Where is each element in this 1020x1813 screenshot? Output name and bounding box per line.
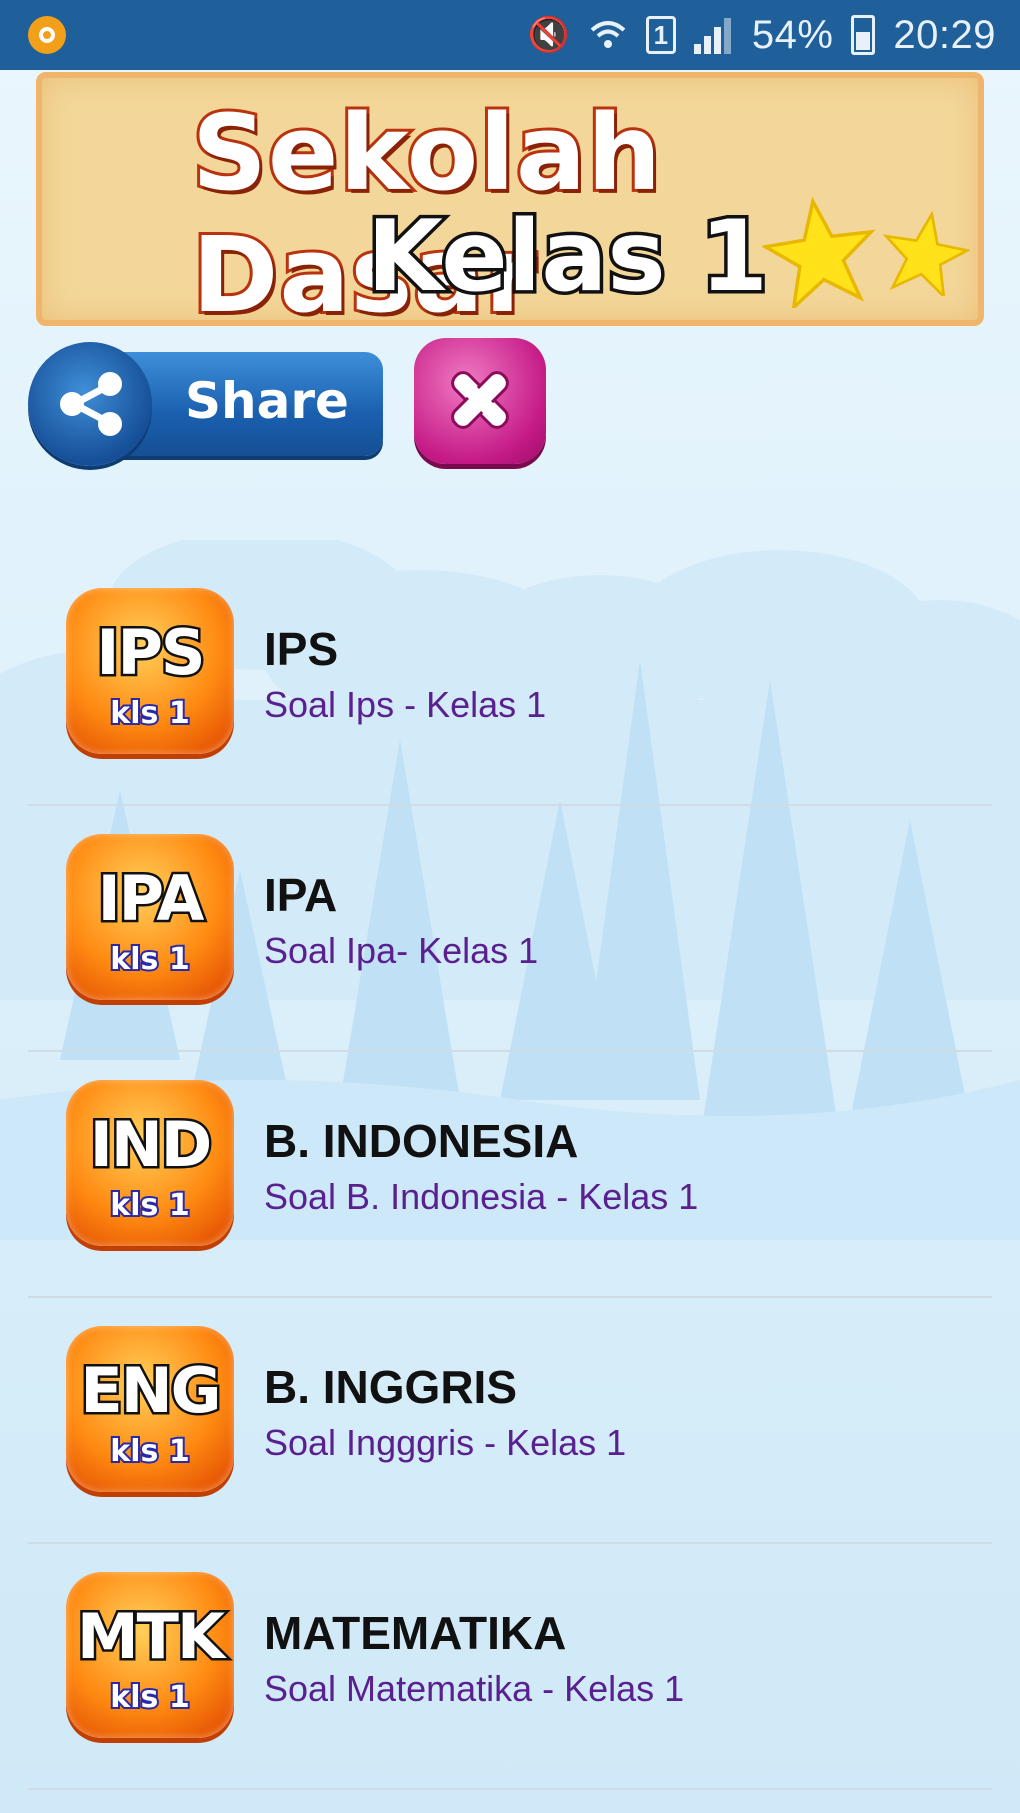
badge-code: IND (87, 1106, 214, 1184)
badge-code: ENG (78, 1352, 224, 1430)
share-icon-circle[interactable] (28, 342, 152, 466)
badge-class: kls 1 (108, 1678, 191, 1717)
badge-class: kls 1 (108, 1432, 191, 1471)
subject-badge-icon: IND kls 1 (66, 1080, 234, 1246)
battery-percent: 54% (751, 12, 834, 57)
star-icon (762, 196, 876, 308)
subject-list: IPS kls 1 IPS Soal Ips - Kelas 1 IPA kls… (28, 560, 992, 1790)
subject-title: B. INDONESIA (264, 1115, 579, 1167)
close-button[interactable] (414, 338, 546, 464)
subject-title: B. INGGRIS (264, 1361, 518, 1413)
share-button-label[interactable]: Share (185, 372, 349, 430)
subject-title: MATEMATIKA (264, 1607, 567, 1659)
subject-title: IPA (264, 869, 338, 921)
status-bar: 🔇 1 54% 20:29 (0, 0, 1020, 70)
clock: 20:29 (893, 12, 996, 57)
mute-vibrate-icon: 🔇 (527, 16, 570, 54)
share-button[interactable]: Share (28, 342, 383, 466)
badge-code: MTK (74, 1598, 227, 1676)
subject-subtitle: Soal Ipa- Kelas 1 (264, 930, 539, 971)
subject-badge-icon: IPA kls 1 (66, 834, 234, 1000)
list-item[interactable]: IPS kls 1 IPS Soal Ips - Kelas 1 (28, 560, 992, 806)
badge-class: kls 1 (108, 1186, 191, 1225)
subject-badge-icon: MTK kls 1 (66, 1572, 234, 1738)
subject-badge-icon: ENG kls 1 (66, 1326, 234, 1492)
wifi-icon (590, 21, 626, 48)
signal-icon (693, 16, 734, 54)
sim-icon: 1 (645, 16, 676, 54)
subject-subtitle: Soal Ingggris - Kelas 1 (264, 1422, 627, 1463)
list-item[interactable]: ENG kls 1 B. INGGRIS Soal Ingggris - Kel… (28, 1298, 992, 1544)
battery-charging-icon (851, 15, 876, 55)
badge-code: IPA (95, 860, 207, 938)
star-icon (882, 210, 970, 296)
subject-subtitle: Soal Matematika - Kelas 1 (264, 1668, 685, 1709)
status-icons: 🔇 1 54% 20:29 (527, 12, 996, 58)
list-item[interactable]: IND kls 1 B. INDONESIA Soal B. Indonesia… (28, 1052, 992, 1298)
close-icon (451, 371, 509, 429)
list-item[interactable]: IPA kls 1 IPA Soal Ipa- Kelas 1 (28, 806, 992, 1052)
share-icon (60, 372, 122, 436)
subject-subtitle: Soal Ips - Kelas 1 (264, 684, 547, 725)
app-notification-icon (28, 16, 66, 54)
banner-subtitle: Kelas 1 (363, 197, 771, 318)
subject-title: IPS (264, 623, 339, 675)
subject-badge-icon: IPS kls 1 (66, 588, 234, 754)
list-item[interactable]: MTK kls 1 MATEMATIKA Soal Matematika - K… (28, 1544, 992, 1790)
app-banner: Sekolah Dasar Kelas 1 (36, 72, 984, 339)
badge-code: IPS (94, 614, 208, 692)
badge-class: kls 1 (108, 940, 191, 979)
subject-subtitle: Soal B. Indonesia - Kelas 1 (264, 1176, 699, 1217)
badge-class: kls 1 (108, 694, 191, 733)
